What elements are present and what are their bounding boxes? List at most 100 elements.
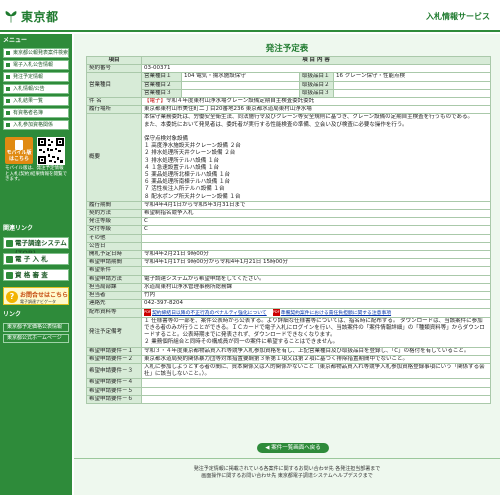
arrow-icon — [6, 123, 10, 127]
distribution-link-2-label: 準備契約案件における責任負担額に関する注意事項 — [280, 310, 392, 316]
column-header-item: 項目 — [86, 55, 142, 66]
contract-method-label: 契約方法 — [86, 209, 142, 219]
arrow-icon — [6, 111, 10, 115]
condition-1-value: 令和３・４年度東京都物品買入れ等競争入札参加資格を有し、上記営業種目及び取扱品目… — [141, 346, 491, 356]
subject-text: 令和４年度東村山浄水場クレーン設備定期自主検査委託委託 — [166, 98, 315, 105]
distribution-link-1[interactable]: PDF契約締結日以降の不正行為のペナルティ強化について — [144, 309, 267, 316]
sidebar-item-label: 入札情報/公告 — [13, 86, 45, 92]
arrow-icon — [6, 240, 13, 247]
tokyo-official-link[interactable]: 東京都公式ホームページ — [3, 334, 69, 343]
mobile-version-button[interactable]: モバイル版 はこちら — [5, 137, 33, 164]
arrow-icon — [6, 87, 10, 91]
application-conditions-label: 希望条件 — [86, 266, 142, 276]
summary-value: 本保守業務委託は、労働安全衛生法、同法施行令及びクレーン等安全規則に基づき、クレ… — [141, 113, 491, 202]
links-heading: リンク — [3, 311, 22, 318]
opening-date-value: 令和4年2月21日 9時00分 — [141, 250, 491, 260]
business-kind-2-label: 営業種目２ — [141, 80, 182, 90]
sidebar-item-label: 発注予定情報 — [13, 74, 44, 80]
application-method-value: 電子調達システムから希望申請をしてください。 — [141, 274, 491, 284]
distribution-link-1-label: 契約締結日以降の不正行為のペナルティ強化について — [152, 310, 267, 316]
distribution-value: PDF契約締結日以降の不正行為のペナルティ強化について PDF準備契約案件におけ… — [141, 307, 491, 318]
business-kind-3-value — [181, 88, 300, 99]
contact-value: 042-397-8204 — [141, 299, 491, 309]
mobile-badge-sub: はこちら — [8, 156, 29, 162]
sidebar-item-e-bid-notice[interactable]: 電子入札公告情報 — [3, 60, 69, 70]
department-value: 水道局東村山浄水管理事務所総務課 — [141, 282, 491, 293]
sidebar-item-bid-results[interactable]: 入札結果一覧 — [3, 96, 69, 106]
condition-4-label: 希望申請要件－４ — [86, 378, 142, 388]
contact-label: 連絡先 — [86, 299, 142, 309]
electronic-tag: 【電子】 — [144, 98, 167, 105]
e-procurement-top-link[interactable]: 電子調達システム(TOP) — [3, 237, 69, 257]
location-label: 履行場所 — [86, 105, 142, 115]
arrow-icon — [6, 51, 10, 55]
e-bidding-link[interactable]: 電 子 入 札 — [3, 253, 69, 265]
link-label: 電 子 入 札 — [15, 255, 48, 263]
qr-code-icon — [37, 137, 65, 165]
condition-1-label: 希望申請要件－１ — [86, 346, 142, 356]
main-content: 発注予定表 項目 項 目 内 容 契約番号 03-00371 営業種目 営業種目… — [74, 34, 500, 495]
inquiry-banner[interactable]: ? お問合せはこちら 電子調達ナビゲータ — [3, 287, 69, 305]
condition-6-value — [141, 394, 491, 404]
department-label: 担当局部課 — [86, 282, 142, 293]
back-button-label: 案件一覧画面へ戻る — [271, 445, 321, 451]
business-kind-2-value — [181, 80, 300, 90]
condition-3-label: 希望申請要件－３ — [86, 362, 142, 380]
related-links-heading: 関連リンク — [3, 225, 34, 232]
sidebar-item-order-plan[interactable]: 発注予定情報 — [3, 72, 69, 82]
price-info-link[interactable]: 東京都予定価格公表情報 — [3, 323, 69, 332]
qualification-review-link[interactable]: 資 格 審 査 — [3, 269, 69, 281]
condition-3-value: 入札に参加しようとする者の間に、資本関係又は人的関係がないこと（東京都物品買入れ… — [141, 362, 491, 380]
logo-text: 東京都 — [21, 10, 59, 24]
footer-line-2: 画面操作に関するお問い合わせ先 東京都電子調達システムヘルプデスクまで — [201, 473, 373, 479]
header: 東京都 入札情報サービス — [0, 0, 500, 32]
footer: 発注予定情報に掲載されている各案件に関するお問い合わせ先 各発注担当部署まで 画… — [74, 466, 500, 480]
footer-divider — [74, 458, 500, 459]
sidebar-item-label: 電子入札公告情報 — [13, 62, 54, 68]
handled-item-1-value: 16 クレーン保守・性能点検 — [333, 72, 491, 82]
acceptance-grade-value: C — [141, 225, 491, 235]
condition-5-label: 希望申請要件－５ — [86, 386, 142, 396]
person-label: 担当者 — [86, 291, 142, 301]
arrow-icon — [6, 256, 13, 263]
handled-item-2-value — [333, 80, 491, 90]
business-kind-1-value: 104 電気・揚水施設保守 — [181, 72, 300, 82]
sidebar-item-bulletin-search[interactable]: 東京都公報発表案件検索 — [3, 48, 69, 58]
mobile-section: モバイル版 はこちら モバイル版は、発注予定情報と入札(契約)結果情報を閲覧でき… — [3, 135, 69, 182]
distribution-link-2[interactable]: PDF準備契約案件における責任負担額に関する注意事項 — [272, 309, 392, 316]
condition-2-value: 東京都水道局契約関係暴力団等対策措置要綱第３条第１項又は第２項に基づく排除措置期… — [141, 354, 491, 364]
service-title: 入札情報サービス — [426, 12, 490, 21]
order-grade-value: C — [141, 217, 491, 227]
condition-6-label: 希望申請要件－６ — [86, 394, 142, 404]
business-kind-label: 営業種目 — [86, 72, 142, 99]
application-period-value: 令和4年1月17日 9時00分から令和4年1月21日 15時00分 — [141, 258, 491, 268]
handled-item-3-label: 取扱品目３ — [299, 88, 334, 99]
handled-item-3-value — [333, 88, 491, 99]
subject-value: 【電子】令和４年度東村山浄水場クレーン設備定期自主検査委託委託 — [141, 97, 491, 107]
sidebar-item-label: 入札結果一覧 — [13, 98, 44, 104]
sidebar-item-qualification[interactable]: 入札参加資格関係 — [3, 120, 69, 130]
sidebar-item-bid-info[interactable]: 入札情報/公告 — [3, 84, 69, 94]
other-label: その他 — [86, 233, 142, 243]
smartphone-icon — [15, 140, 23, 150]
application-method-label: 希望申請方法 — [86, 274, 142, 284]
application-period-label: 希望申請期間 — [86, 258, 142, 268]
inquiry-title: お問合せはこちら — [20, 292, 69, 299]
condition-2-label: 希望申請要件－２ — [86, 354, 142, 364]
sidebar-item-qualified-list[interactable]: 有資格者名簿 — [3, 108, 69, 118]
condition-5-value — [141, 386, 491, 396]
footer-line-1: 発注予定情報に掲載されている各案件に関するお問い合わせ先 各発注担当部署まで — [193, 466, 381, 472]
arrow-icon — [6, 63, 10, 67]
tokyo-logo[interactable]: 東京都 — [4, 8, 59, 25]
sidebar-item-label: 東京都公報発表案件検索 — [13, 50, 69, 56]
acceptance-grade-label: 受付等級 — [86, 225, 142, 235]
notes-value: １ 仕様書等の一部を、案件公表時から公表する。より詳細な仕様書等については、指名… — [141, 316, 491, 348]
announce-date-label: 公告日 — [86, 241, 142, 252]
arrow-icon — [6, 99, 10, 103]
period-label: 履行期間 — [86, 200, 142, 211]
column-header-content: 項 目 内 容 — [141, 55, 491, 66]
contract-number-value: 03-00371 — [141, 64, 491, 74]
back-to-list-button[interactable]: ◀ 案件一覧画面へ戻る — [257, 443, 329, 453]
person-value: 竹内 — [141, 291, 491, 301]
pdf-icon: PDF — [144, 309, 151, 316]
